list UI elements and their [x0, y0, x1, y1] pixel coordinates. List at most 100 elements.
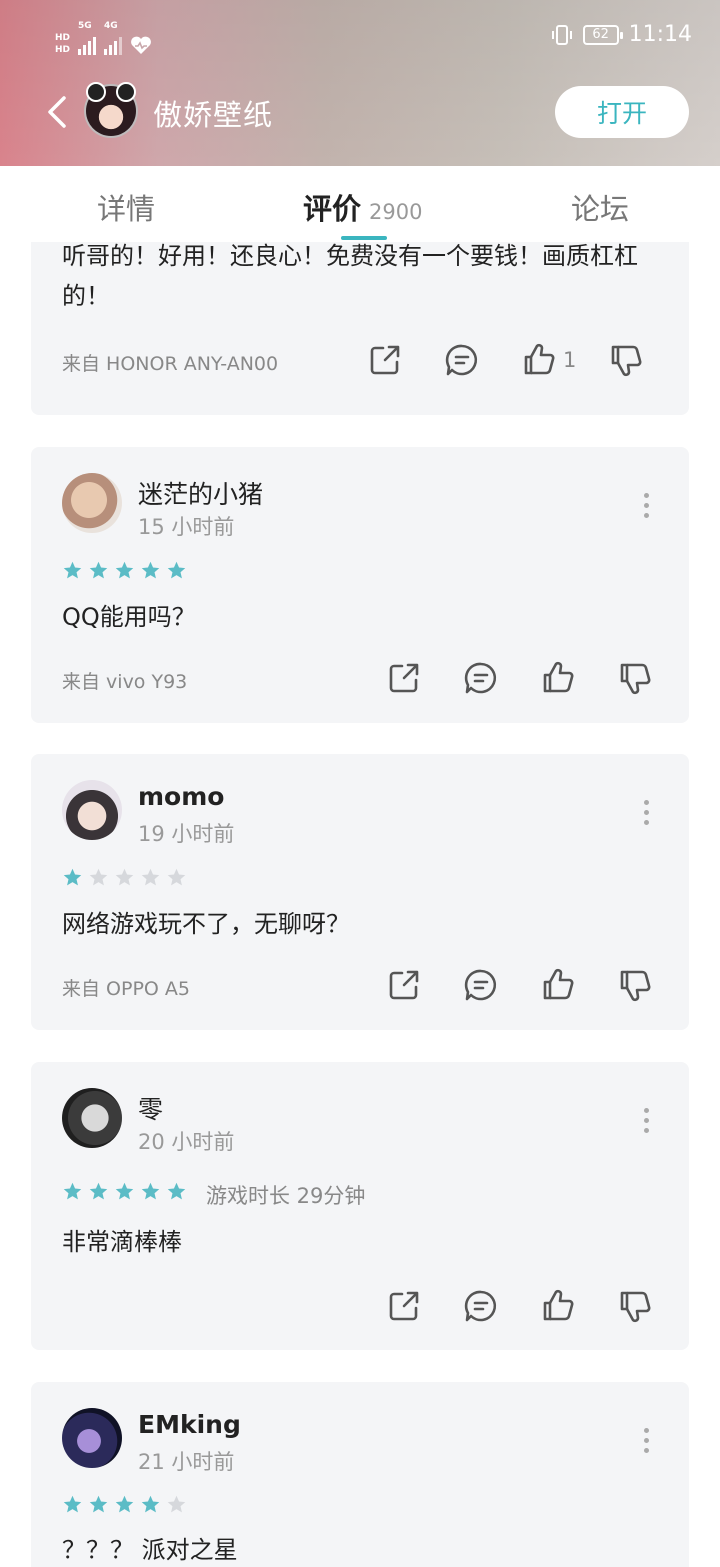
like-count: 1	[563, 348, 577, 372]
like-icon[interactable]	[540, 660, 576, 696]
review-time: 21 小时前	[138, 1450, 235, 1474]
network-type: 5G	[78, 21, 92, 31]
app-title: 傲娇壁纸	[153, 98, 274, 132]
avatar[interactable]	[62, 780, 122, 840]
app-header: HD HD 5G 4G 62 11:14 傲娇壁纸 打开	[0, 0, 720, 166]
like-icon[interactable]	[540, 1288, 576, 1324]
dislike-icon[interactable]	[617, 1288, 653, 1324]
play-time: 游戏时长 29分钟	[206, 1184, 366, 1208]
star-icon	[115, 1495, 134, 1513]
active-tab-indicator	[341, 236, 387, 240]
status-bar: HD HD 5G 4G 62 11:14	[0, 0, 720, 76]
wifi-signal-icon	[78, 31, 97, 55]
review-content: 听哥的！好用！还良心！免费没有一个要钱！画质杠杠的！	[62, 242, 638, 310]
review-actions	[386, 967, 653, 1003]
share-icon[interactable]	[386, 967, 422, 1003]
share-icon[interactable]	[386, 1288, 422, 1324]
star-icon	[89, 1495, 108, 1513]
status-time: 11:14	[628, 22, 692, 47]
review-actions: 1	[367, 342, 644, 378]
comment-icon[interactable]	[463, 1288, 499, 1324]
more-icon[interactable]	[643, 800, 649, 825]
star-icon	[141, 868, 160, 886]
review-time: 20 小时前	[138, 1130, 235, 1154]
review-content: 非常滴棒棒	[62, 1228, 182, 1256]
review-device: 来自 vivo Y93	[62, 671, 188, 693]
review-content: 网络游戏玩不了，无聊呀？	[62, 910, 350, 938]
more-icon[interactable]	[643, 1108, 649, 1133]
star-icon	[89, 868, 108, 886]
dislike-icon[interactable]	[608, 342, 644, 378]
review-card: 零 20 小时前 游戏时长 29分钟 非常滴棒棒	[31, 1062, 689, 1350]
back-icon[interactable]	[40, 92, 76, 132]
rating-stars	[62, 1494, 187, 1515]
star-icon	[167, 561, 186, 579]
review-username[interactable]: EMking	[138, 1410, 241, 1439]
tab-details-label: 详情	[97, 192, 156, 226]
battery-level: 62	[592, 27, 609, 42]
review-device: 来自 OPPO A5	[62, 978, 190, 1000]
hd-badge: HD	[55, 33, 71, 43]
tab-details[interactable]: 详情	[97, 186, 155, 228]
review-time: 15 小时前	[138, 515, 235, 539]
star-icon	[89, 561, 108, 579]
star-icon	[167, 1182, 186, 1200]
avatar[interactable]	[62, 1088, 122, 1148]
battery-icon: 62	[582, 24, 623, 45]
cell-signal-icon	[104, 31, 123, 55]
avatar[interactable]	[62, 1408, 122, 1468]
star-icon	[141, 1182, 160, 1200]
dislike-icon[interactable]	[617, 967, 653, 1003]
star-icon	[141, 561, 160, 579]
tab-forum-label: 论坛	[571, 192, 630, 226]
avatar[interactable]	[62, 473, 122, 533]
network-type: 4G	[104, 21, 118, 31]
review-username[interactable]: momo	[138, 782, 224, 811]
review-device: 来自 HONOR ANY-AN00	[62, 353, 279, 375]
dislike-icon[interactable]	[617, 660, 653, 696]
review-actions	[386, 1288, 653, 1324]
heart-icon	[131, 36, 151, 54]
review-content: ？？？ 派对之星	[62, 1536, 238, 1564]
comment-icon[interactable]	[463, 660, 499, 696]
star-icon	[63, 1182, 82, 1200]
more-icon[interactable]	[643, 493, 649, 518]
review-card: EMking 21 小时前 ？？？ 派对之星	[31, 1382, 689, 1567]
review-count: 2900	[369, 200, 423, 224]
app-icon	[84, 82, 138, 138]
status-right: 62 11:14	[551, 22, 692, 47]
comment-icon[interactable]	[444, 342, 480, 378]
tab-reviews[interactable]: 评价 2900	[303, 186, 422, 228]
star-icon	[115, 868, 134, 886]
review-username[interactable]: 零	[138, 1090, 163, 1126]
star-icon	[63, 868, 82, 886]
review-card: 听哥的！好用！还良心！免费没有一个要钱！画质杠杠的！ 来自 HONOR ANY-…	[31, 242, 689, 415]
more-icon[interactable]	[643, 1428, 649, 1453]
rating-stars	[62, 1181, 187, 1202]
star-icon	[89, 1182, 108, 1200]
tab-forum[interactable]: 论坛	[571, 186, 629, 228]
star-icon	[167, 1495, 186, 1513]
rating-stars	[62, 867, 187, 888]
signal-indicators: HD HD 5G 4G	[55, 22, 152, 55]
review-content: QQ能用吗？	[62, 603, 196, 631]
comment-icon[interactable]	[463, 967, 499, 1003]
hd-badge: HD	[55, 45, 71, 55]
rating-stars	[62, 560, 187, 581]
review-card: 迷茫的小猪 15 小时前 QQ能用吗？ 来自 vivo Y93	[31, 447, 689, 723]
review-card: momo 19 小时前 网络游戏玩不了，无聊呀？ 来自 OPPO A5	[31, 754, 689, 1030]
vibrate-icon	[551, 24, 572, 45]
star-icon	[63, 561, 82, 579]
star-icon	[167, 868, 186, 886]
review-list[interactable]: 听哥的！好用！还良心！免费没有一个要钱！画质杠杠的！ 来自 HONOR ANY-…	[0, 242, 720, 1567]
review-time: 19 小时前	[138, 822, 235, 846]
review-username[interactable]: 迷茫的小猪	[138, 475, 263, 511]
like-icon[interactable]	[540, 967, 576, 1003]
open-app-button[interactable]: 打开	[555, 86, 689, 138]
share-icon[interactable]	[367, 342, 403, 378]
review-actions	[386, 660, 653, 696]
like-icon[interactable]	[521, 342, 557, 378]
star-icon	[63, 1495, 82, 1513]
tab-bar: 详情 评价 2900 论坛	[0, 166, 720, 242]
share-icon[interactable]	[386, 660, 422, 696]
